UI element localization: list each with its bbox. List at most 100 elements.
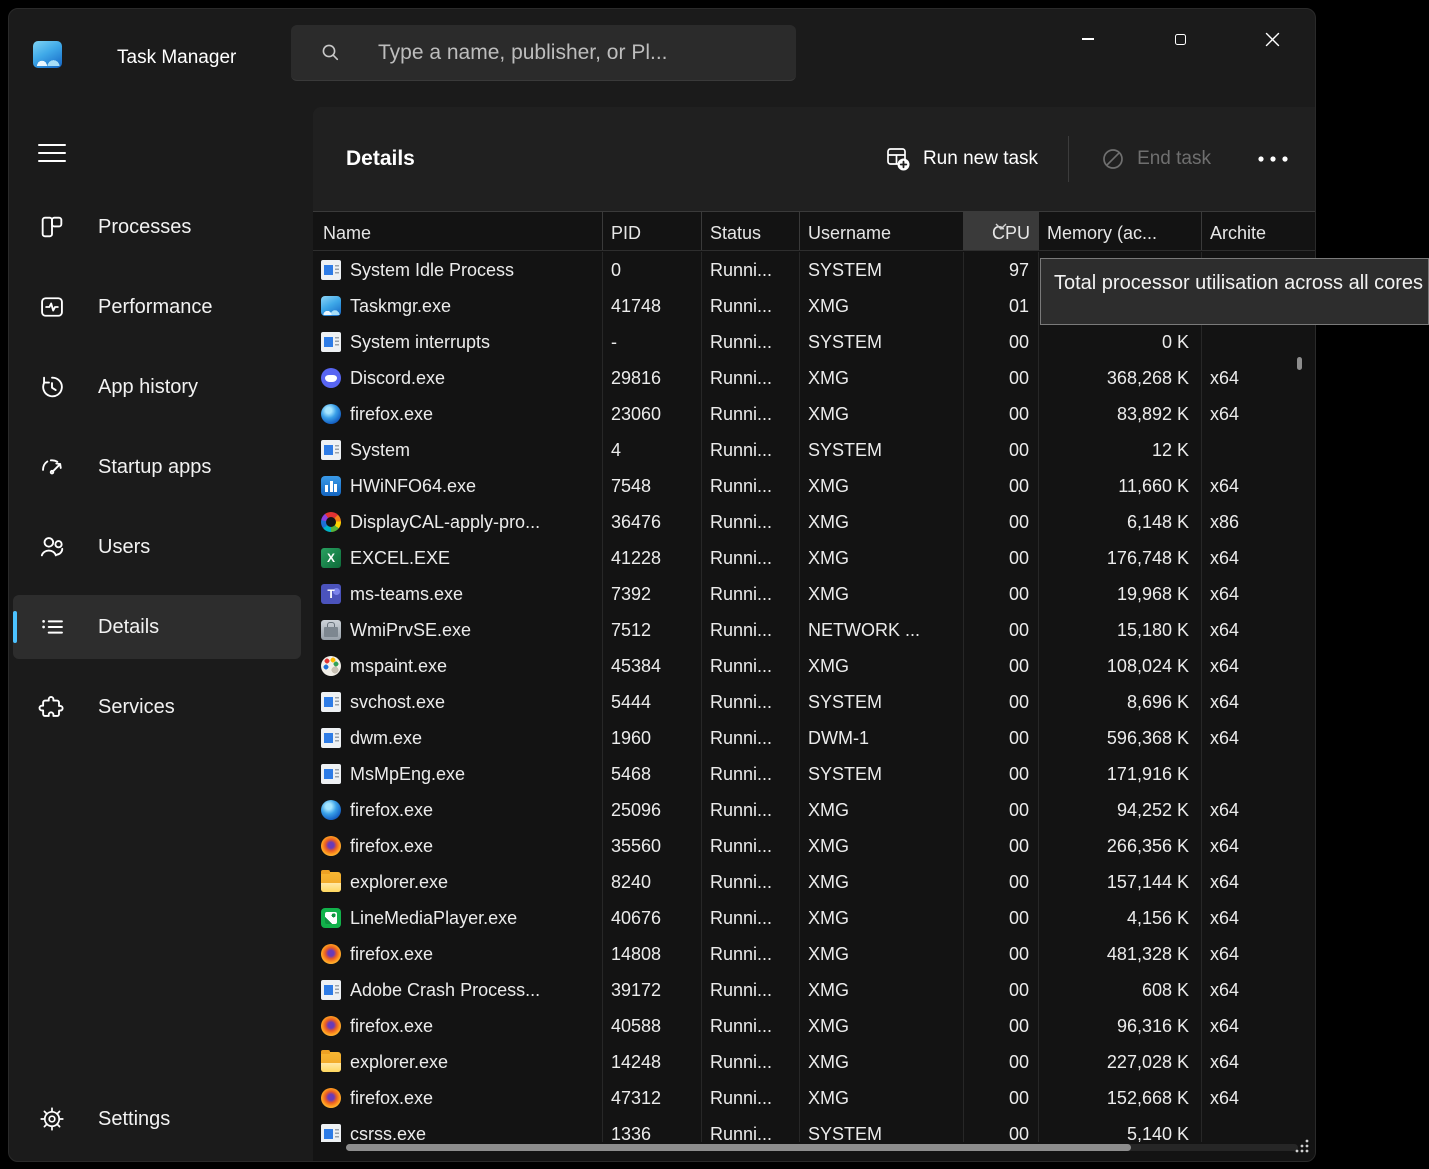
- memory-cell: 11,660 K: [1038, 468, 1201, 504]
- resize-grip-icon[interactable]: [1293, 1137, 1310, 1159]
- memory-cell: 266,356 K: [1038, 828, 1201, 864]
- process-row[interactable]: Discord.exe29816Runni...XMG00368,268 Kx6…: [313, 360, 1315, 396]
- sidebar-item-settings[interactable]: Settings: [13, 1087, 301, 1151]
- process-row[interactable]: System4Runni...SYSTEM0012 K: [313, 432, 1315, 468]
- username-cell: XMG: [799, 540, 963, 576]
- column-header-cpu[interactable]: CPU: [963, 212, 1038, 250]
- process-row[interactable]: firefox.exe40588Runni...XMG0096,316 Kx64: [313, 1008, 1315, 1044]
- process-row[interactable]: Adobe Crash Process...39172Runni...XMG00…: [313, 972, 1315, 1008]
- sidebar-nav: Processes Performance App history Startup a…: [13, 195, 301, 755]
- username-cell: XMG: [799, 792, 963, 828]
- startup-apps-icon: [37, 452, 67, 482]
- process-name: MsMpEng.exe: [350, 764, 465, 785]
- column-header-status[interactable]: Status: [701, 212, 799, 250]
- process-row[interactable]: firefox.exe25096Runni...XMG0094,252 Kx64: [313, 792, 1315, 828]
- search-box[interactable]: [291, 25, 796, 81]
- sidebar-item-label: Users: [98, 536, 150, 559]
- horizontal-scrollbar-thumb[interactable]: [346, 1144, 1131, 1151]
- pid-cell: 47312: [602, 1080, 701, 1116]
- task-manager-app-icon: [33, 41, 62, 68]
- column-header-memory[interactable]: Memory (ac...: [1038, 212, 1201, 250]
- status-cell: Runni...: [701, 1080, 799, 1116]
- cpu-cell: 00: [963, 360, 1038, 396]
- process-row[interactable]: explorer.exe8240Runni...XMG00157,144 Kx6…: [313, 864, 1315, 900]
- table-body: System Idle Process0Runni...SYSTEM97Task…: [313, 252, 1315, 1142]
- process-row[interactable]: firefox.exe14808Runni...XMG00481,328 Kx6…: [313, 936, 1315, 972]
- more-options-button[interactable]: [1257, 155, 1289, 163]
- architecture-cell: [1201, 756, 1315, 792]
- process-row[interactable]: System interrupts-Runni...SYSTEM000 K: [313, 324, 1315, 360]
- vertical-scrollbar-thumb[interactable]: [1297, 357, 1302, 370]
- process-row[interactable]: DisplayCAL-apply-pro...36476Runni...XMG0…: [313, 504, 1315, 540]
- ellipsis-icon: [1257, 155, 1289, 163]
- username-cell: XMG: [799, 504, 963, 540]
- close-icon: [1265, 32, 1280, 47]
- process-name: firefox.exe: [350, 836, 433, 857]
- column-header-arch[interactable]: Archite: [1201, 212, 1315, 250]
- pid-cell: 36476: [602, 504, 701, 540]
- sidebar-item-users[interactable]: Users: [13, 515, 301, 579]
- process-name: mspaint.exe: [350, 656, 447, 677]
- column-header-username[interactable]: Username: [799, 212, 963, 250]
- process-row[interactable]: firefox.exe23060Runni...XMG0083,892 Kx64: [313, 396, 1315, 432]
- sidebar-item-processes[interactable]: Processes: [13, 195, 301, 259]
- process-name: dwm.exe: [350, 728, 422, 749]
- cpu-cell: 00: [963, 648, 1038, 684]
- process-row[interactable]: ms-teams.exe7392Runni...XMG0019,968 Kx64: [313, 576, 1315, 612]
- run-new-task-button[interactable]: Run new task: [885, 146, 1038, 172]
- architecture-cell: x64: [1201, 612, 1315, 648]
- process-row[interactable]: mspaint.exe45384Runni...XMG00108,024 Kx6…: [313, 648, 1315, 684]
- task-manager-window: Task Manager ProcessesPerformanceApp his…: [8, 8, 1316, 1162]
- process-name: firefox.exe: [350, 404, 433, 425]
- end-task-button[interactable]: End task: [1101, 147, 1211, 171]
- process-row[interactable]: firefox.exe35560Runni...XMG00266,356 Kx6…: [313, 828, 1315, 864]
- column-header-pid[interactable]: PID: [602, 212, 701, 250]
- process-row[interactable]: svchost.exe5444Runni...SYSTEM008,696 Kx6…: [313, 684, 1315, 720]
- sidebar-item-label: Performance: [98, 296, 213, 319]
- minimize-button[interactable]: [1067, 19, 1109, 59]
- process-row[interactable]: csrss.exe1336Runni...SYSTEM005,140 K: [313, 1116, 1315, 1142]
- status-cell: Runni...: [701, 648, 799, 684]
- sidebar-item-performance[interactable]: Performance: [13, 275, 301, 339]
- sidebar-item-details[interactable]: Details: [13, 595, 301, 659]
- pid-cell: 4: [602, 432, 701, 468]
- process-row[interactable]: WmiPrvSE.exe7512Runni...NETWORK ...0015,…: [313, 612, 1315, 648]
- process-name: firefox.exe: [350, 1088, 433, 1109]
- column-header-name[interactable]: Name: [313, 212, 602, 250]
- process-name-cell: ms-teams.exe: [313, 576, 602, 612]
- username-cell: XMG: [799, 576, 963, 612]
- process-name-cell: Taskmgr.exe: [313, 288, 602, 324]
- architecture-cell: x64: [1201, 1044, 1315, 1080]
- cpu-cell: 00: [963, 396, 1038, 432]
- process-row[interactable]: HWiNFO64.exe7548Runni...XMG0011,660 Kx64: [313, 468, 1315, 504]
- username-cell: DWM-1: [799, 720, 963, 756]
- sidebar-item-app-history[interactable]: App history: [13, 355, 301, 419]
- memory-cell: 176,748 K: [1038, 540, 1201, 576]
- status-cell: Runni...: [701, 576, 799, 612]
- process-name-cell: System Idle Process: [313, 252, 602, 288]
- horizontal-scrollbar-track[interactable]: [346, 1144, 1298, 1151]
- process-row[interactable]: firefox.exe47312Runni...XMG00152,668 Kx6…: [313, 1080, 1315, 1116]
- maximize-button[interactable]: [1159, 19, 1201, 59]
- pid-cell: 40588: [602, 1008, 701, 1044]
- search-input[interactable]: [340, 41, 796, 65]
- username-cell: SYSTEM: [799, 1116, 963, 1142]
- process-name-cell: csrss.exe: [313, 1116, 602, 1142]
- process-row[interactable]: EXCEL.EXE41228Runni...XMG00176,748 Kx64: [313, 540, 1315, 576]
- run-new-task-icon: [885, 146, 911, 172]
- sidebar-item-startup-apps[interactable]: Startup apps: [13, 435, 301, 499]
- process-row[interactable]: dwm.exe1960Runni...DWM-100596,368 Kx64: [313, 720, 1315, 756]
- hamburger-button[interactable]: [33, 135, 71, 171]
- process-row[interactable]: LineMediaPlayer.exe40676Runni...XMG004,1…: [313, 900, 1315, 936]
- process-row[interactable]: MsMpEng.exe5468Runni...SYSTEM00171,916 K: [313, 756, 1315, 792]
- memory-cell: 6,148 K: [1038, 504, 1201, 540]
- column-label: Name: [323, 223, 371, 244]
- username-cell: SYSTEM: [799, 432, 963, 468]
- taskmgr-process-icon: [321, 296, 341, 316]
- close-button[interactable]: [1251, 19, 1293, 59]
- memory-cell: 8,696 K: [1038, 684, 1201, 720]
- firefox-process-icon: [321, 836, 341, 856]
- sidebar-item-services[interactable]: Services: [13, 675, 301, 739]
- process-row[interactable]: explorer.exe14248Runni...XMG00227,028 Kx…: [313, 1044, 1315, 1080]
- pid-cell: 7392: [602, 576, 701, 612]
